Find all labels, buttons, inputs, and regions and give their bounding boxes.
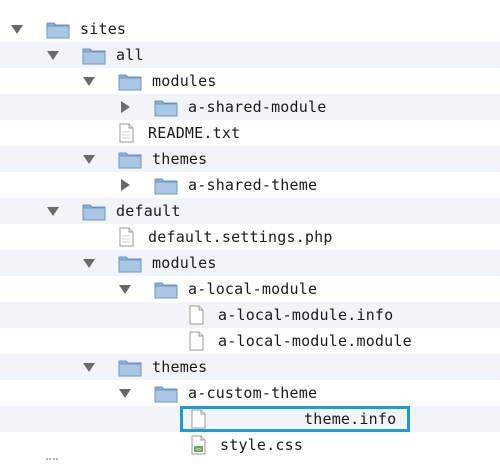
collapsed-triangle-icon[interactable]: [118, 178, 132, 192]
tree-row-modules[interactable]: modules: [0, 250, 500, 276]
tree-row-label: style.css: [220, 436, 304, 454]
tree-row-label: a-local-module.module: [218, 332, 412, 350]
tree-row-label: default: [116, 202, 181, 220]
folder-icon: [118, 357, 142, 377]
scroll-indicator: [46, 458, 58, 466]
tree-row-label: a-custom-theme: [188, 384, 318, 402]
tree-row-label: modules: [152, 254, 217, 272]
folder-icon: [118, 71, 142, 91]
tree-row-label: sites: [80, 20, 127, 38]
php-file-icon: [114, 227, 138, 247]
tree-row-a-local-module-module[interactable]: a-local-module.module: [0, 328, 500, 354]
css-file-icon: <>: [186, 435, 210, 455]
selection-highlight: [180, 406, 410, 432]
folder-icon: [118, 253, 142, 273]
expanded-triangle-icon[interactable]: [10, 22, 24, 36]
tree-row-a-local-module[interactable]: a-local-module: [0, 276, 500, 302]
tree-row-default[interactable]: default: [0, 198, 500, 224]
text-file-icon: [184, 331, 208, 351]
tree-row-readme[interactable]: README.txt: [0, 120, 500, 146]
expanded-triangle-icon[interactable]: [82, 74, 96, 88]
tree-row-sites[interactable]: sites: [0, 16, 500, 42]
tree-row-a-custom-theme[interactable]: a-custom-theme: [0, 380, 500, 406]
tree-row-a-local-module-info[interactable]: a-local-module.info: [0, 302, 500, 328]
expanded-triangle-icon[interactable]: [118, 282, 132, 296]
collapsed-triangle-icon[interactable]: [118, 100, 132, 114]
text-file-icon: [184, 305, 208, 325]
folder-icon: [46, 19, 70, 39]
folder-icon: [118, 149, 142, 169]
tree-row-label: modules: [152, 72, 217, 90]
tree-row-label: a-shared-module: [188, 98, 327, 116]
tree-row-a-shared-module[interactable]: a-shared-module: [0, 94, 500, 120]
tree-row-default-settings[interactable]: default.settings.php: [0, 224, 500, 250]
expanded-triangle-icon[interactable]: [82, 256, 96, 270]
tree-row-modules[interactable]: modules: [0, 68, 500, 94]
expanded-triangle-icon[interactable]: [82, 152, 96, 166]
tree-row-themes[interactable]: themes: [0, 146, 500, 172]
tree-row-label: a-shared-theme: [188, 176, 318, 194]
svg-text:<>: <>: [195, 447, 201, 453]
file-tree: sites all modules a-shared-module README…: [0, 0, 500, 474]
expanded-triangle-icon[interactable]: [82, 360, 96, 374]
folder-icon: [82, 45, 106, 65]
tree-row-label: a-local-module: [188, 280, 318, 298]
tree-row-label: README.txt: [148, 124, 241, 142]
folder-icon: [82, 201, 106, 221]
expanded-triangle-icon[interactable]: [118, 386, 132, 400]
tree-row-themes[interactable]: themes: [0, 354, 500, 380]
tree-row-label: all: [116, 46, 144, 64]
tree-row-a-shared-theme[interactable]: a-shared-theme: [0, 172, 500, 198]
tree-row-label: default.settings.php: [148, 228, 333, 246]
folder-icon: [154, 175, 178, 195]
text-file-icon: [114, 123, 138, 143]
expanded-triangle-icon[interactable]: [46, 204, 60, 218]
folder-icon: [154, 97, 178, 117]
tree-row-label: a-local-module.info: [218, 306, 394, 324]
folder-icon: [154, 383, 178, 403]
tree-row-label: themes: [152, 150, 208, 168]
tree-row-label: themes: [152, 358, 208, 376]
expanded-triangle-icon[interactable]: [46, 48, 60, 62]
tree-row-style-css[interactable]: <> style.css: [0, 432, 500, 458]
folder-icon: [154, 279, 178, 299]
tree-row-all[interactable]: all: [0, 42, 500, 68]
